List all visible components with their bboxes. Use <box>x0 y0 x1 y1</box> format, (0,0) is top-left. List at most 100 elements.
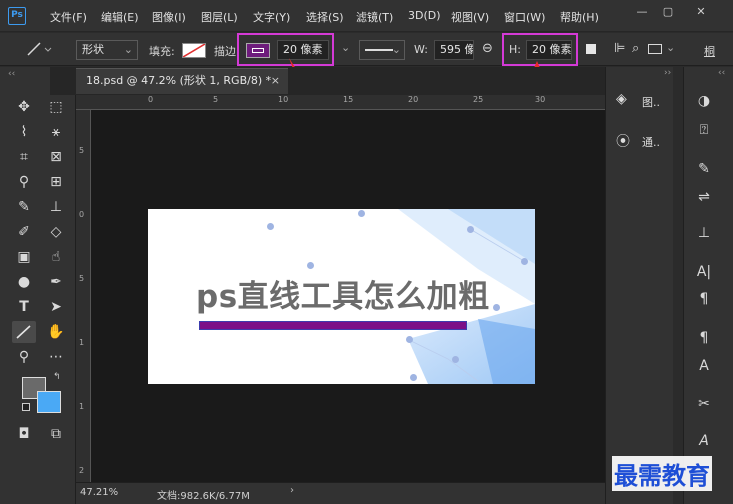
history-brush-icon[interactable]: ✐ <box>12 221 36 243</box>
background-color-swatch[interactable] <box>37 391 61 413</box>
marquee-tool-icon[interactable]: ⬚ <box>44 96 68 118</box>
swap-colors-icon[interactable]: ↰ <box>53 372 61 382</box>
layers-panel-label[interactable]: 图.. <box>642 94 660 110</box>
tool-mode-select[interactable]: 形状 ⌄ <box>76 40 138 60</box>
eraser-tool-icon[interactable]: ◇ <box>44 221 68 243</box>
menu-view[interactable]: 视图(V) <box>451 9 489 25</box>
menu-3d[interactable]: 3D(D) <box>408 9 441 22</box>
zoom-tool-icon[interactable]: ⚲ <box>12 346 36 368</box>
channels-panel-label[interactable]: 通.. <box>642 134 660 150</box>
panel-dock-collapsed: ›› ◈ 图.. ⦿ 通.. <box>605 67 673 504</box>
collapse-icon[interactable]: ‹‹ <box>8 69 15 79</box>
tools-panel: ‹‹ ✥ ⬚ ⌇ ⚹ ⌗ ⊠ ⚲ ⊞ ✎ ⊥ ✐ ◇ ▣ ☝ ● ✒ T ➤ ✋… <box>0 67 76 504</box>
height-label: H: <box>509 43 521 56</box>
path-alignment-icon[interactable]: ⊫ <box>614 41 625 56</box>
maximize-icon[interactable]: ▢ <box>657 4 679 20</box>
menu-file[interactable]: 文件(F) <box>50 9 87 25</box>
minimize-icon[interactable]: — <box>631 4 653 20</box>
menu-layer[interactable]: 图层(L) <box>201 9 238 25</box>
chevron-down-icon[interactable]: ⌄ <box>666 41 675 54</box>
search-icon[interactable]: ⌕ <box>632 41 639 56</box>
tools-preset-icon[interactable]: ✂ <box>688 393 720 415</box>
paragraph-icon[interactable]: ¶ <box>688 288 720 310</box>
magic-wand-icon[interactable]: ⚹ <box>44 121 68 143</box>
adjustments-icon[interactable]: ◑ <box>688 90 720 112</box>
patch-tool-icon[interactable]: ⊞ <box>44 171 68 193</box>
more-tools-icon[interactable]: ⋯ <box>44 346 68 368</box>
tool-mode-value: 形状 <box>82 43 104 56</box>
path-operations-icon[interactable] <box>586 44 596 54</box>
default-colors-icon[interactable] <box>22 403 30 411</box>
pen-tool-icon[interactable]: ✒ <box>44 271 68 293</box>
stroke-swatch[interactable] <box>246 43 270 58</box>
menu-help[interactable]: 帮助(H) <box>560 9 599 25</box>
glyphs-icon[interactable]: A <box>688 430 720 452</box>
document-tab-title: 18.psd @ 47.2% (形状 1, RGB/8) * <box>86 74 272 87</box>
menu-select[interactable]: 选择(S) <box>306 9 344 25</box>
fill-swatch[interactable] <box>182 43 206 58</box>
stamp-tool-icon[interactable]: ⊥ <box>44 196 68 218</box>
document-size: 文档:982.6K/6.77M <box>157 491 250 502</box>
menu-image[interactable]: 图像(I) <box>152 9 186 25</box>
close-tab-icon[interactable]: × <box>271 69 280 93</box>
stroke-type-select[interactable]: ⌄ <box>359 40 405 60</box>
chevron-down-icon[interactable]: ⌄ <box>341 41 350 54</box>
type-tool-icon[interactable]: T <box>12 296 36 318</box>
decor-dot <box>467 226 474 233</box>
ruler-tick: 20 <box>408 95 419 104</box>
lasso-tool-icon[interactable]: ⌇ <box>12 121 36 143</box>
link-icon[interactable]: ⊖ <box>482 41 493 56</box>
chevron-right-icon[interactable]: › <box>290 485 294 496</box>
path-selection-icon[interactable]: ➤ <box>44 296 68 318</box>
decor-dot <box>493 304 500 311</box>
character-styles-icon[interactable]: A <box>688 355 720 377</box>
layers-icon[interactable]: ◈ <box>616 91 627 107</box>
width-label: W: <box>414 43 428 56</box>
chevron-down-icon: ⌄ <box>123 43 133 56</box>
ruler-tick: 5 <box>79 146 85 155</box>
document-tab[interactable]: 18.psd @ 47.2% (形状 1, RGB/8) * × <box>76 68 288 94</box>
channels-icon[interactable]: ⦿ <box>616 131 630 151</box>
smudge-tool-icon[interactable]: ☝ <box>44 246 68 268</box>
ruler-tick: 2 <box>79 466 85 475</box>
artboard[interactable]: ps直线工具怎么加粗 <box>148 209 535 384</box>
height-input[interactable]: 20 像素 <box>526 40 572 60</box>
decor-dot <box>267 223 274 230</box>
ruler-tick: 0 <box>79 210 85 219</box>
ruler-tick: 15 <box>343 95 354 104</box>
frame-tool-icon[interactable]: ⊠ <box>44 146 68 168</box>
menu-edit[interactable]: 编辑(E) <box>101 9 139 25</box>
collapse-icon[interactable]: ›› <box>664 68 671 78</box>
ruler-tick: 10 <box>278 95 289 104</box>
ruler-tick: 25 <box>473 95 484 104</box>
zoom-level[interactable]: 47.21% <box>80 487 118 498</box>
character-icon[interactable]: A| <box>688 261 720 283</box>
menu-type[interactable]: 文字(Y) <box>253 9 290 25</box>
clone-source-icon[interactable]: ⊥ <box>688 222 720 244</box>
screen-mode-icon[interactable]: ⧉ <box>44 423 68 445</box>
paragraph-styles-icon[interactable]: ¶ <box>688 327 720 349</box>
align-edges-label[interactable]: 桐 <box>704 43 715 59</box>
close-icon[interactable]: ✕ <box>690 4 712 20</box>
brush-tool-icon[interactable]: ✎ <box>12 196 36 218</box>
hand-tool-icon[interactable]: ✋ <box>44 321 68 343</box>
crop-tool-icon[interactable]: ⌗ <box>12 146 36 168</box>
workspace-icon[interactable] <box>648 44 662 54</box>
line-tool-icon[interactable] <box>12 321 36 343</box>
width-input[interactable]: 595 像 <box>434 40 474 60</box>
brush-settings-icon[interactable]: ✎ <box>688 158 720 180</box>
quick-mask-icon[interactable]: ◘ <box>12 423 36 445</box>
move-tool-icon[interactable]: ✥ <box>12 96 36 118</box>
gradient-tool-icon[interactable]: ▣ <box>12 246 36 268</box>
decor-dot <box>521 258 528 265</box>
collapse-icon[interactable]: ‹‹ <box>718 68 725 78</box>
properties-icon[interactable]: ⍰ <box>688 119 720 141</box>
dodge-tool-icon[interactable]: ● <box>12 271 36 293</box>
line-tool-preset-icon[interactable] <box>24 39 54 59</box>
thick-line-shape[interactable] <box>199 321 467 330</box>
brushes-icon[interactable]: ⇌ <box>688 186 720 208</box>
menu-window[interactable]: 窗口(W) <box>504 9 545 25</box>
ruler-vertical: 5 0 5 1 1 2 <box>76 110 91 482</box>
menu-filter[interactable]: 滤镜(T) <box>356 9 393 25</box>
eyedropper-icon[interactable]: ⚲ <box>12 171 36 193</box>
